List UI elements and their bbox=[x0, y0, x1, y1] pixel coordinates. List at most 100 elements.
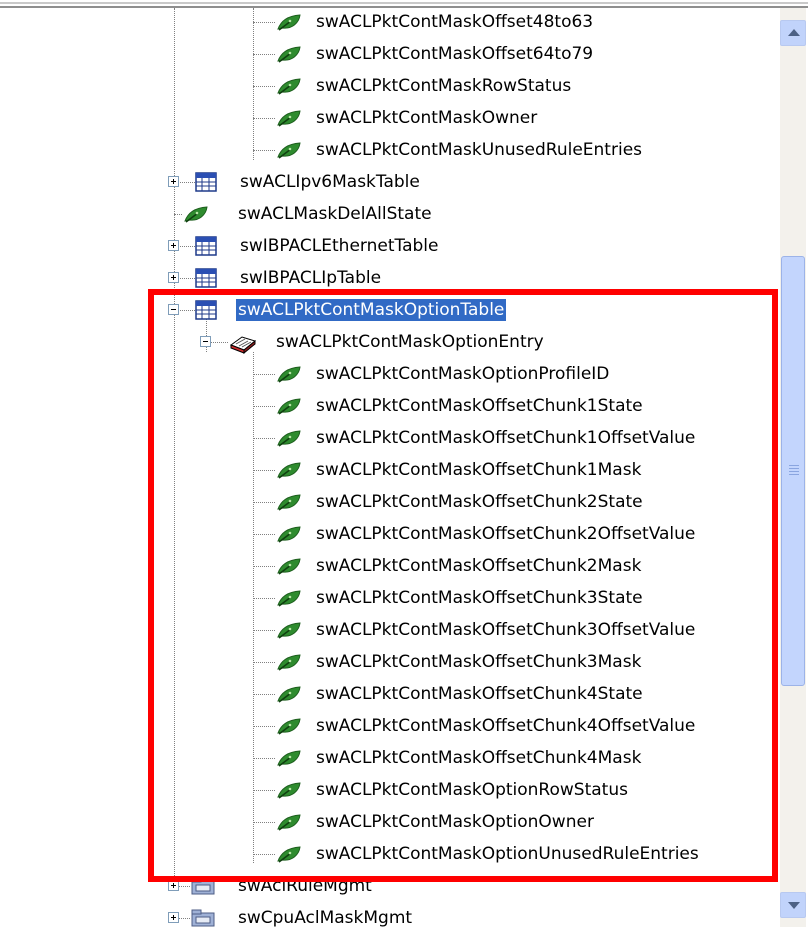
tree-folder-row[interactable]: swCpuAclMaskMgmt bbox=[0, 902, 770, 927]
tree-node-label[interactable]: swCpuAclMaskMgmt bbox=[236, 907, 414, 927]
expand-plus-icon[interactable] bbox=[168, 176, 179, 187]
tree-leaf-row[interactable]: swACLPktContMaskOffsetChunk2State bbox=[0, 486, 770, 518]
tree-node-label[interactable]: swACLPktContMaskOptionProfileID bbox=[314, 363, 611, 385]
leaf-icon bbox=[275, 76, 303, 101]
header-divider bbox=[0, 0, 808, 8]
tree-connector bbox=[174, 214, 182, 215]
leaf-icon bbox=[275, 620, 303, 645]
tree-connector bbox=[253, 822, 275, 823]
table-icon bbox=[195, 236, 217, 261]
vertical-scrollbar[interactable] bbox=[780, 8, 806, 927]
tree-node-label[interactable]: swACLPktContMaskOffset48to63 bbox=[314, 11, 595, 33]
tree-connector bbox=[253, 86, 275, 87]
tree-node-label[interactable]: swACLPktContMaskOwner bbox=[314, 107, 539, 129]
leaf-icon bbox=[275, 140, 303, 165]
tree-connector bbox=[253, 438, 275, 439]
expand-plus-icon[interactable] bbox=[168, 880, 179, 891]
tree-node-label[interactable]: swAclRuleMgmt bbox=[236, 875, 374, 897]
tree-node-label[interactable]: swACLPktContMaskOffsetChunk4Mask bbox=[314, 747, 643, 769]
tree-connector bbox=[253, 630, 275, 631]
tree-leaf-row[interactable]: swACLPktContMaskOffsetChunk1Mask bbox=[0, 454, 770, 486]
tree-leaf-row[interactable]: swACLPktContMaskOptionUnusedRuleEntries bbox=[0, 838, 770, 870]
leaf-icon bbox=[275, 396, 303, 421]
leaf-icon bbox=[275, 652, 303, 677]
tree-node-label[interactable]: swACLPktContMaskOptionOwner bbox=[314, 811, 596, 833]
mib-tree[interactable]: swACLPktContMaskOffset48to63 swACLPktCont… bbox=[0, 8, 778, 927]
scroll-thumb[interactable] bbox=[781, 256, 805, 686]
tree-node-label[interactable]: swACLMaskDelAllState bbox=[236, 203, 434, 225]
leaf-icon bbox=[275, 716, 303, 741]
tree-leaf-row[interactable]: swACLPktContMaskOffsetChunk4State bbox=[0, 678, 770, 710]
tree-table-row[interactable]: swIBPACLEthernetTable bbox=[0, 230, 770, 262]
expand-plus-icon[interactable] bbox=[168, 912, 179, 923]
scroll-up-button[interactable] bbox=[780, 20, 806, 46]
tree-node-label[interactable]: swACLPktContMaskOffsetChunk3State bbox=[314, 587, 645, 609]
tree-leaf-row[interactable]: swACLPktContMaskOffset48to63 bbox=[0, 8, 770, 38]
tree-connector bbox=[253, 54, 275, 55]
tree-node-label[interactable]: swACLPktContMaskOffsetChunk2State bbox=[314, 491, 645, 513]
table-icon bbox=[195, 172, 217, 197]
tree-leaf-row[interactable]: swACLPktContMaskOffsetChunk3State bbox=[0, 582, 770, 614]
tree-node-label[interactable]: swIBPACLIpTable bbox=[238, 267, 383, 289]
tree-node-label[interactable]: swIBPACLEthernetTable bbox=[238, 235, 440, 257]
grip-icon bbox=[789, 465, 799, 466]
table-icon bbox=[195, 300, 217, 325]
tree-node-label[interactable]: swACLPktContMaskRowStatus bbox=[314, 75, 573, 97]
grip-icon bbox=[789, 474, 799, 475]
tree-leaf-row[interactable]: swACLMaskDelAllState bbox=[0, 198, 770, 230]
tree-leaf-row[interactable]: swACLPktContMaskRowStatus bbox=[0, 70, 770, 102]
tree-folder-row[interactable]: swAclRuleMgmt bbox=[0, 870, 770, 902]
tree-node-label[interactable]: swACLPktContMaskOffsetChunk1State bbox=[314, 395, 645, 417]
tree-node-label[interactable]: swACLPktContMaskOptionRowStatus bbox=[314, 779, 630, 801]
scroll-down-button[interactable] bbox=[780, 892, 806, 918]
tree-connector bbox=[253, 790, 275, 791]
tree-leaf-row[interactable]: swACLPktContMaskOffsetChunk1State bbox=[0, 390, 770, 422]
tree-leaf-row[interactable]: swACLPktContMaskOffsetChunk3OffsetValue bbox=[0, 614, 770, 646]
folder-icon bbox=[190, 908, 216, 927]
tree-leaf-row[interactable]: swACLPktContMaskOffset64to79 bbox=[0, 38, 770, 70]
leaf-icon bbox=[275, 556, 303, 581]
chevron-down-icon bbox=[788, 902, 800, 909]
tree-node-label[interactable]: swACLPktContMaskOffsetChunk1OffsetValue bbox=[314, 427, 697, 449]
tree-entry-row[interactable]: swACLPktContMaskOptionEntry bbox=[0, 326, 770, 358]
tree-leaf-row[interactable]: swACLPktContMaskOffsetChunk3Mask bbox=[0, 646, 770, 678]
tree-leaf-row[interactable]: swACLPktContMaskOffsetChunk1OffsetValue bbox=[0, 422, 770, 454]
tree-node-label[interactable]: swACLIpv6MaskTable bbox=[238, 171, 422, 193]
tree-node-label[interactable]: swACLPktContMaskOptionEntry bbox=[274, 331, 546, 353]
collapse-minus-icon[interactable] bbox=[200, 336, 211, 347]
tree-connector bbox=[253, 726, 275, 727]
expand-plus-icon[interactable] bbox=[168, 240, 179, 251]
tree-leaf-row[interactable]: swACLPktContMaskOffsetChunk4OffsetValue bbox=[0, 710, 770, 742]
tree-table-row[interactable]: swIBPACLIpTable bbox=[0, 262, 770, 294]
tree-node-label[interactable]: swACLPktContMaskOffset64to79 bbox=[314, 43, 595, 65]
tree-leaf-row[interactable]: swACLPktContMaskOptionOwner bbox=[0, 806, 770, 838]
tree-node-label[interactable]: swACLPktContMaskOffsetChunk3OffsetValue bbox=[314, 619, 697, 641]
table-icon bbox=[195, 268, 217, 293]
tree-node-label[interactable]: swACLPktContMaskUnusedRuleEntries bbox=[314, 139, 644, 161]
tree-table-row[interactable]: swACLIpv6MaskTable bbox=[0, 166, 770, 198]
tree-node-label[interactable]: swACLPktContMaskOffsetChunk1Mask bbox=[314, 459, 643, 481]
selected-node-label[interactable]: swACLPktContMaskOptionTable bbox=[236, 299, 507, 321]
tree-node-label[interactable]: swACLPktContMaskOffsetChunk4State bbox=[314, 683, 645, 705]
tree-leaf-row[interactable]: swACLPktContMaskUnusedRuleEntries bbox=[0, 134, 770, 166]
tree-leaf-row[interactable]: swACLPktContMaskOffsetChunk2Mask bbox=[0, 550, 770, 582]
grip-icon bbox=[789, 471, 799, 472]
tree-node-label[interactable]: swACLPktContMaskOffsetChunk2Mask bbox=[314, 555, 643, 577]
expand-plus-icon[interactable] bbox=[168, 272, 179, 283]
tree-selected-table-row[interactable]: swACLPktContMaskOptionTable bbox=[0, 294, 770, 326]
tree-leaf-row[interactable]: swACLPktContMaskOptionProfileID bbox=[0, 358, 770, 390]
tree-leaf-row[interactable]: swACLPktContMaskOffsetChunk2OffsetValue bbox=[0, 518, 770, 550]
chevron-up-icon bbox=[788, 29, 800, 36]
tree-node-label[interactable]: swACLPktContMaskOptionUnusedRuleEntries bbox=[314, 843, 701, 865]
tree-connector bbox=[253, 566, 275, 567]
collapse-minus-icon[interactable] bbox=[168, 304, 179, 315]
leaf-icon bbox=[275, 460, 303, 485]
leaf-icon bbox=[275, 844, 303, 869]
tree-node-label[interactable]: swACLPktContMaskOffsetChunk3Mask bbox=[314, 651, 643, 673]
tree-leaf-row[interactable]: swACLPktContMaskOwner bbox=[0, 102, 770, 134]
tree-node-label[interactable]: swACLPktContMaskOffsetChunk2OffsetValue bbox=[314, 523, 697, 545]
tree-node-label[interactable]: swACLPktContMaskOffsetChunk4OffsetValue bbox=[314, 715, 697, 737]
tree-leaf-row[interactable]: swACLPktContMaskOffsetChunk4Mask bbox=[0, 742, 770, 774]
tree-leaf-row[interactable]: swACLPktContMaskOptionRowStatus bbox=[0, 774, 770, 806]
leaf-icon bbox=[275, 12, 303, 37]
